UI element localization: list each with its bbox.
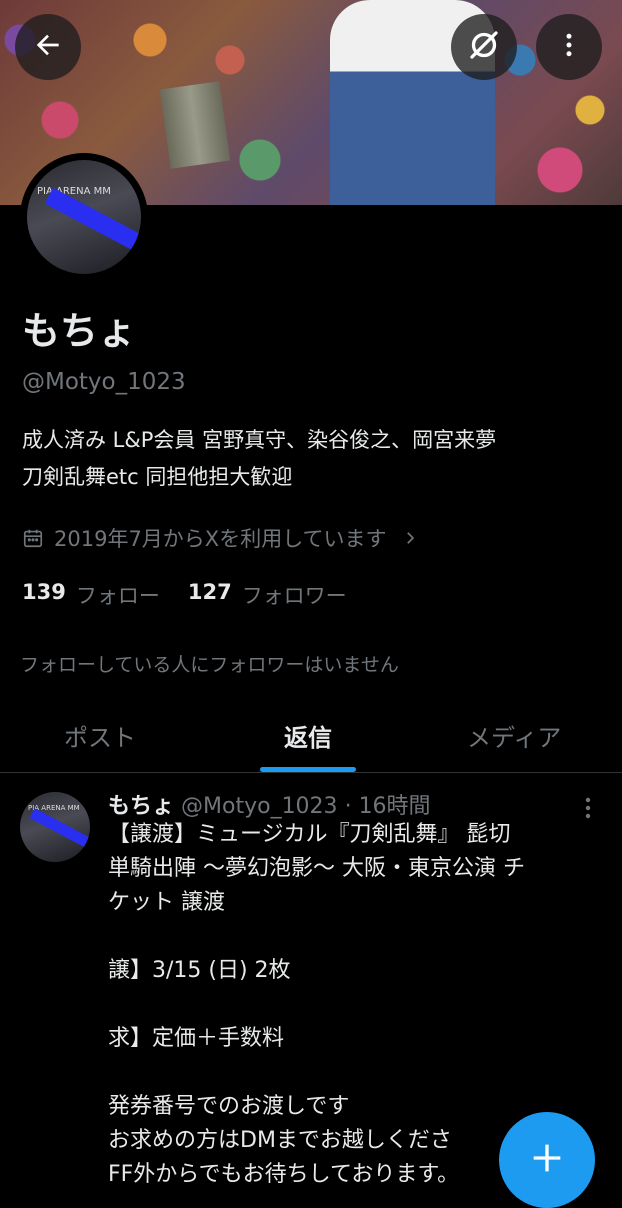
- followers-label[interactable]: フォロワー: [242, 580, 347, 610]
- grok-button[interactable]: [451, 14, 517, 80]
- post-avatar[interactable]: PIA ARENA MM: [20, 792, 90, 862]
- joined-text: 2019年7月からXを利用しています: [54, 527, 387, 551]
- joined-date-row[interactable]: 2019年7月からXを利用しています: [22, 523, 419, 553]
- tab-replies[interactable]: 返信: [284, 718, 332, 753]
- followers-count[interactable]: 127: [188, 580, 232, 610]
- grok-icon: [466, 27, 502, 67]
- tab-posts[interactable]: ポスト: [64, 718, 136, 753]
- active-tab-indicator: [260, 767, 356, 772]
- post-line: [108, 1056, 608, 1090]
- calendar-icon: [22, 527, 44, 549]
- more-vertical-icon: [554, 30, 584, 64]
- follow-stats: 139 フォロー 127 フォロワー: [22, 580, 375, 610]
- back-button[interactable]: [15, 14, 81, 80]
- profile-bio: 成人済み L&P会員 宮野真守、染谷俊之、岡宮来夢 刀剣乱舞etc 同担他担大歓…: [22, 422, 612, 496]
- following-label[interactable]: フォロー: [76, 580, 160, 610]
- profile-tabs: ポスト 返信 メディア: [0, 700, 622, 773]
- post-line: [108, 988, 608, 1022]
- post-header: もちょ @Motyo_1023 · 16時間: [108, 788, 431, 820]
- profile-avatar[interactable]: PIA ARENA MM: [20, 153, 148, 281]
- arrow-left-icon: [32, 29, 64, 65]
- post-line: [108, 920, 608, 954]
- banner-lantern: [159, 81, 231, 169]
- post-line: 譲】3/15 (日) 2枚: [108, 958, 291, 983]
- avatar-blue-banner: [44, 187, 141, 251]
- compose-button[interactable]: [499, 1112, 595, 1208]
- post-meta-separator: ·: [344, 794, 352, 819]
- bio-line: 刀剣乱舞etc 同担他担大歓迎: [22, 465, 293, 489]
- post-line: ケット 譲渡: [108, 890, 225, 915]
- chevron-right-icon: [401, 529, 419, 547]
- following-count[interactable]: 139: [22, 580, 66, 610]
- more-options-button[interactable]: [536, 14, 602, 80]
- display-name: もちょ: [22, 309, 137, 353]
- post-line: 単騎出陣 〜夢幻泡影〜 大阪・東京公演 チ: [108, 856, 525, 881]
- post-line: 【譲渡】ミュージカル『刀剣乱舞』 髭切: [108, 822, 511, 847]
- post-timestamp[interactable]: 16時間: [359, 794, 431, 819]
- tab-media[interactable]: メディア: [467, 718, 561, 753]
- avatar-image: PIA ARENA MM: [27, 160, 141, 274]
- user-handle: @Motyo_1023: [22, 369, 186, 395]
- no-mutual-followers-text: フォローしている人にフォロワーはいません: [20, 654, 399, 676]
- post-author-name[interactable]: もちょ: [108, 794, 174, 819]
- bio-line: 成人済み L&P会員 宮野真守、染谷俊之、岡宮来夢: [22, 428, 497, 452]
- post-line: 求】定価＋手数料: [108, 1026, 285, 1051]
- post-author-handle[interactable]: @Motyo_1023: [181, 794, 338, 819]
- post-avatar-blue-banner: [29, 808, 90, 851]
- plus-icon: [527, 1138, 567, 1182]
